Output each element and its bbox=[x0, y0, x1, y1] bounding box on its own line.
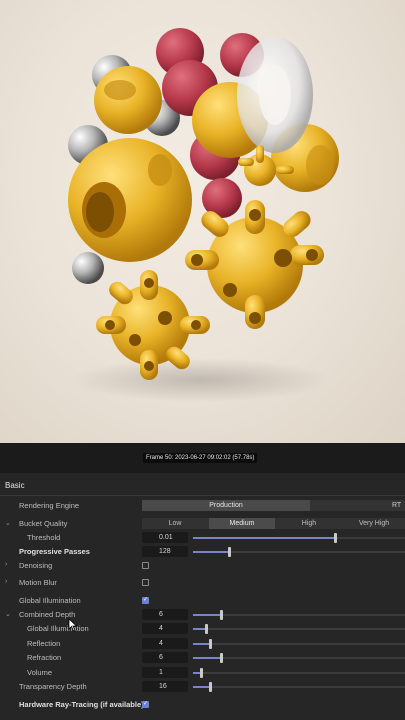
slider-handle[interactable] bbox=[204, 624, 208, 634]
threshold-label: Threshold bbox=[27, 533, 61, 542]
denoising-label: Denoising bbox=[19, 561, 53, 570]
reflection-field[interactable]: 4 bbox=[142, 638, 188, 649]
volume-label: Volume bbox=[27, 668, 53, 677]
rendered-sculpture bbox=[68, 28, 339, 402]
bucket-quality-high[interactable]: High bbox=[276, 518, 342, 529]
denoising-checkbox[interactable] bbox=[142, 562, 149, 569]
bucket-quality-low[interactable]: Low bbox=[142, 518, 208, 529]
rendering-engine-production[interactable]: Production bbox=[142, 500, 310, 511]
volume-slider[interactable] bbox=[193, 668, 405, 678]
section-title-basic[interactable]: Basic bbox=[5, 481, 25, 490]
progressive-passes-slider[interactable] bbox=[193, 547, 405, 557]
slider-handle[interactable] bbox=[208, 639, 212, 649]
slider-handle[interactable] bbox=[334, 533, 338, 543]
transparency-depth-field[interactable]: 16 bbox=[142, 681, 188, 692]
rendering-engine-label: Rendering Engine bbox=[19, 501, 80, 510]
global-illumination-checkbox[interactable] bbox=[142, 596, 149, 604]
volume-field[interactable]: 1 bbox=[142, 667, 188, 678]
gi-depth-field[interactable]: 4 bbox=[142, 623, 188, 634]
gi-depth-slider[interactable] bbox=[193, 624, 405, 634]
slider-handle[interactable] bbox=[219, 653, 223, 663]
bucket-quality-very-high[interactable]: Very High bbox=[343, 518, 405, 529]
progressive-passes-label: Progressive Passes bbox=[19, 547, 90, 556]
mouse-cursor-icon bbox=[68, 618, 78, 632]
transparency-depth-slider[interactable] bbox=[193, 682, 405, 692]
frame-info-label: Frame 50: 2023-06-27 09:02:02 (57.78s) bbox=[143, 453, 258, 463]
motion-blur-label: Motion Blur bbox=[19, 578, 57, 587]
global-illumination-label: Global Illumination bbox=[19, 596, 81, 605]
gi-depth-label: Global Illumination bbox=[27, 624, 89, 633]
reflection-slider[interactable] bbox=[193, 639, 405, 649]
reflection-label: Reflection bbox=[27, 639, 61, 648]
rendering-engine-selector[interactable]: Production RT bbox=[142, 500, 405, 511]
bucket-quality-label: Bucket Quality bbox=[19, 519, 68, 528]
chevron-right-icon[interactable]: › bbox=[5, 578, 7, 585]
bucket-quality-medium[interactable]: Medium bbox=[209, 518, 275, 529]
chevron-right-icon[interactable]: › bbox=[5, 561, 7, 568]
combined-depth-slider[interactable] bbox=[193, 610, 405, 620]
slider-handle[interactable] bbox=[208, 682, 212, 692]
refraction-slider[interactable] bbox=[193, 653, 405, 663]
progressive-passes-field[interactable]: 128 bbox=[142, 546, 188, 557]
refraction-label: Refraction bbox=[27, 653, 62, 662]
threshold-field[interactable]: 0.01 bbox=[142, 532, 188, 543]
section-divider bbox=[0, 495, 405, 496]
chevron-down-icon[interactable]: ⌄ bbox=[5, 519, 11, 527]
chevron-down-icon[interactable]: ⌄ bbox=[5, 610, 11, 618]
combined-depth-label: Combined Depth bbox=[19, 610, 76, 619]
hardware-rt-checkbox[interactable] bbox=[142, 700, 149, 708]
threshold-slider[interactable] bbox=[193, 533, 405, 543]
rendering-engine-rt[interactable]: RT bbox=[392, 500, 401, 511]
combined-depth-field[interactable]: 6 bbox=[142, 609, 188, 620]
bucket-quality-segmented-control[interactable]: Low Medium High Very High bbox=[142, 518, 405, 529]
hardware-rt-label: Hardware Ray-Tracing (if available) bbox=[19, 700, 144, 709]
transparency-depth-label: Transparency Depth bbox=[19, 682, 87, 691]
slider-handle[interactable] bbox=[228, 547, 232, 557]
motion-blur-checkbox[interactable] bbox=[142, 579, 149, 586]
refraction-field[interactable]: 6 bbox=[142, 652, 188, 663]
slider-handle[interactable] bbox=[219, 610, 223, 620]
render-viewport bbox=[0, 0, 405, 443]
